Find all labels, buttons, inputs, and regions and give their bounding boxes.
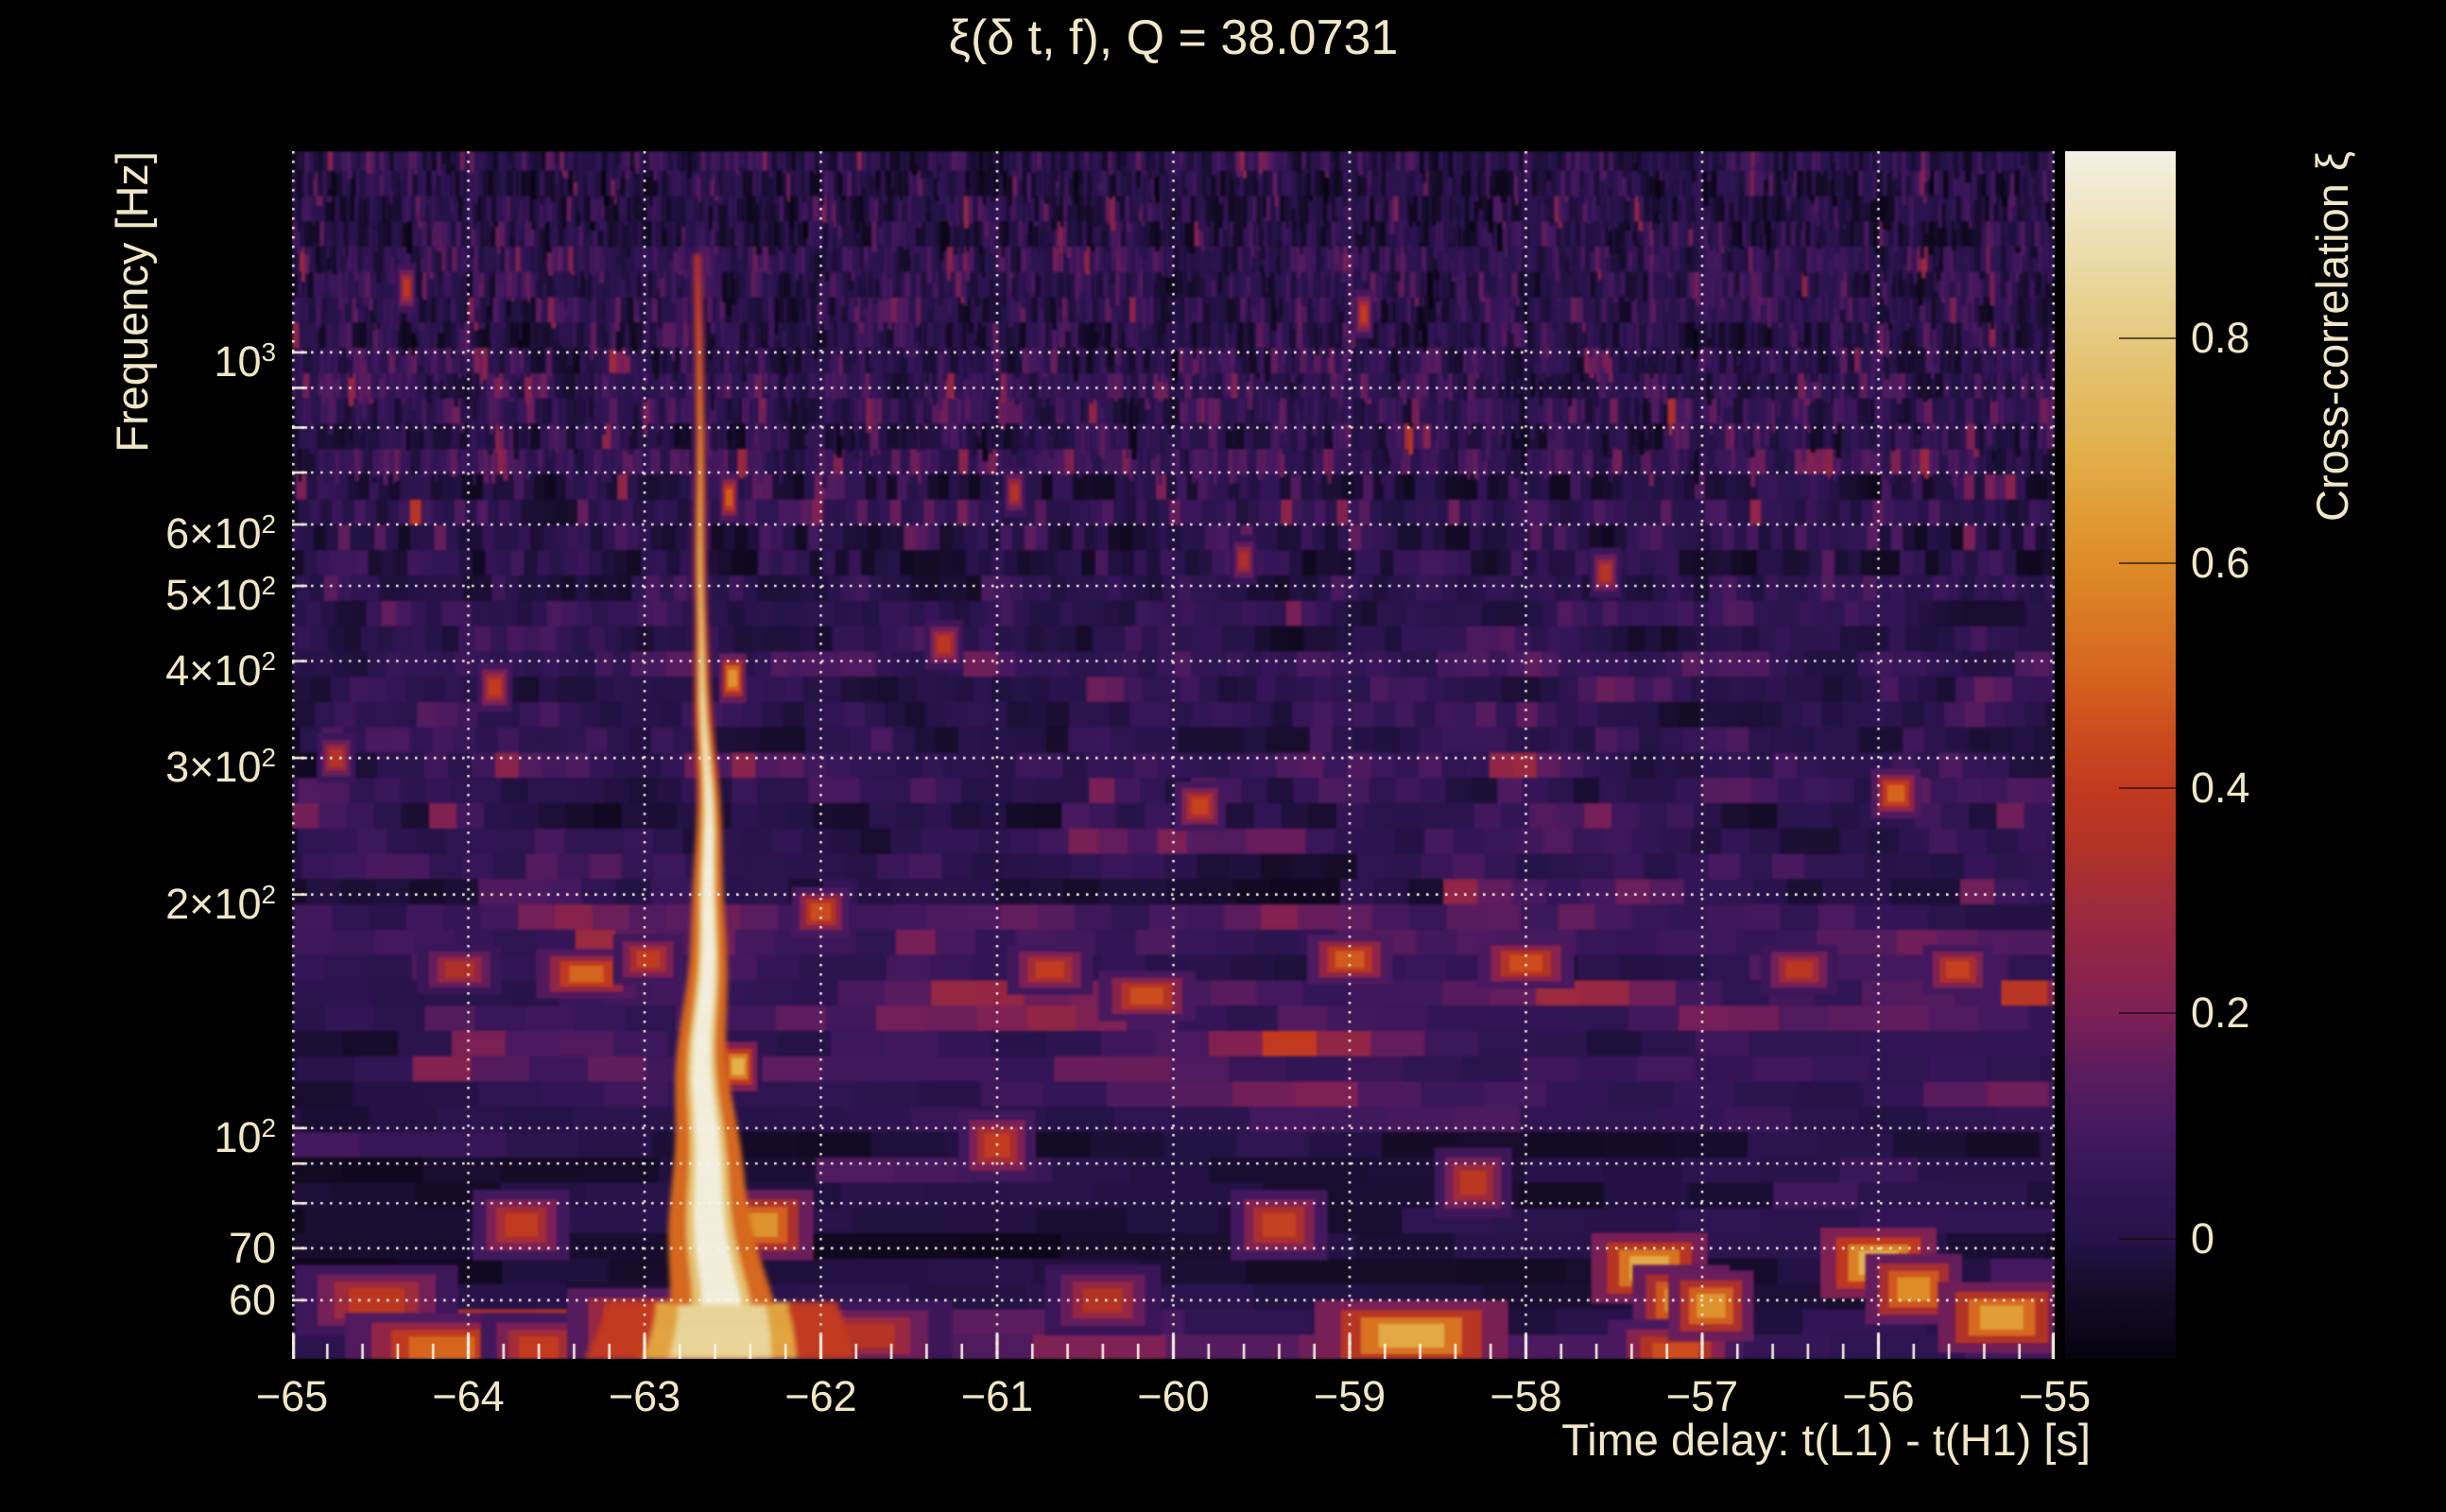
y-tick-label: 102 [214,1112,276,1161]
colorbar-tick-label: 0.8 [2191,313,2250,362]
y-tick-label: 60 [228,1275,276,1324]
colorbar [2065,151,2176,1359]
y-tick-label: 5×102 [165,570,276,619]
y-tick-label: 70 [228,1223,276,1272]
colorbar-label: Cross-correlation ξ [2307,151,2357,522]
x-tick-label: −65 [255,1372,329,1420]
colorbar-tick-label: 0.6 [2191,538,2250,587]
x-tick-label: −55 [2018,1372,2092,1420]
x-axis-label: Time delay: t(L1) - t(H1) [s] [1561,1415,2091,1465]
y-axis-label: Frequency [Hz] [107,151,157,453]
x-tick-label: −64 [432,1372,505,1420]
colorbar-tick-label: 0.2 [2191,988,2250,1038]
y-tick-exponent: 2 [261,743,276,773]
colorbar-tick-mark [2119,561,2176,564]
y-tick-label: 3×102 [165,743,276,792]
x-tick-label: −57 [1665,1372,1739,1420]
colorbar-tick-mark [2119,1237,2176,1240]
x-tick-label: −63 [608,1372,681,1420]
colorbar-tick-label: 0.4 [2191,764,2250,813]
x-tick-label: −61 [960,1372,1034,1420]
colorbar-tick-mark [2119,336,2176,339]
y-tick-label: 2×102 [165,879,276,928]
y-tick-exponent: 2 [261,879,276,909]
x-tick-label: −58 [1490,1372,1562,1420]
colorbar-tick-mark [2119,1012,2176,1015]
plot-title: ξ(δ t, f), Q = 38.0731 [948,10,1399,65]
y-tick-exponent: 2 [261,570,276,600]
y-tick-exponent: 2 [261,1112,276,1143]
y-tick-label: 6×102 [165,508,276,558]
y-tick-exponent: 2 [261,508,276,539]
spectrogram-heatmap [292,151,2055,1359]
x-tick-label: −56 [1842,1372,1915,1420]
y-tick-label: 103 [214,336,276,386]
figure: ξ(δ t, f), Q = 38.0731 Frequency [Hz] Cr… [0,0,2446,1512]
x-tick-label: −60 [1137,1372,1210,1420]
y-tick-label: 4×102 [165,645,276,695]
x-tick-label: −62 [784,1372,857,1420]
colorbar-tick-mark [2119,787,2176,790]
y-tick-exponent: 2 [261,645,276,676]
colorbar-tick-label: 0 [2191,1213,2215,1263]
x-tick-label: −59 [1313,1372,1387,1420]
y-tick-exponent: 3 [261,336,276,367]
